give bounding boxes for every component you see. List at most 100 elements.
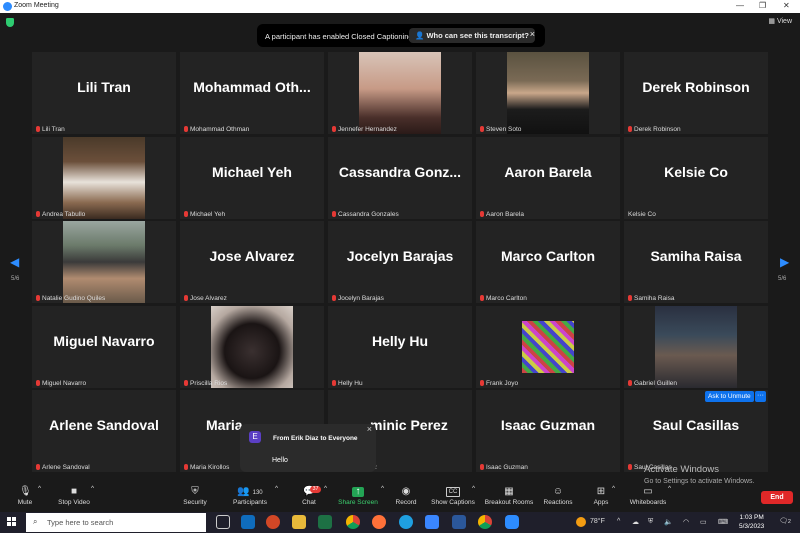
reactions-button[interactable]: ☺ Reactions xyxy=(542,485,574,512)
video-options-chevron-icon[interactable]: ^ xyxy=(91,485,94,512)
muted-mic-icon xyxy=(36,464,40,470)
participant-tile[interactable]: Samiha Raisa Samiha Raisa xyxy=(624,221,768,303)
participant-tile[interactable]: Lili Tran Lili Tran xyxy=(32,52,176,134)
chat-popup-close-icon[interactable]: × xyxy=(367,424,372,434)
notification-center-icon[interactable]: 🗨2 xyxy=(779,517,791,525)
edge-icon[interactable] xyxy=(399,515,413,529)
end-meeting-button[interactable]: End xyxy=(761,491,793,504)
participant-tile[interactable]: Mohammad Oth... Mohammad Othman xyxy=(180,52,324,134)
participant-tile[interactable]: Gabriel Guillen xyxy=(624,306,768,388)
breakout-rooms-button[interactable]: ▦ Breakout Rooms xyxy=(482,485,536,512)
notice-close-icon[interactable]: × xyxy=(530,29,535,39)
participant-tile[interactable]: Jose Alvarez Jose Alvarez xyxy=(180,221,324,303)
participant-tile[interactable]: Frank Joyo xyxy=(476,306,620,388)
chrome-icon[interactable] xyxy=(346,515,360,529)
apps-button[interactable]: ⊞ Apps xyxy=(590,485,612,512)
battery-icon[interactable]: ▭ xyxy=(700,518,707,526)
participant-tile[interactable]: Priscilla Rios xyxy=(180,306,324,388)
muted-mic-icon xyxy=(184,464,188,470)
show-hidden-icons-chevron-icon[interactable]: ^ xyxy=(617,518,620,525)
participant-tile[interactable]: Marco Carlton Marco Carlton xyxy=(476,221,620,303)
person-icon: 👤 xyxy=(415,31,427,40)
task-view-icon[interactable] xyxy=(216,515,230,529)
chat-notification[interactable]: E From Erik Diaz to Everyone Hello × xyxy=(240,424,376,472)
taskbar-clock[interactable]: 1:03 PM 5/3/2023 xyxy=(739,513,764,531)
weather-temperature[interactable]: 78°F xyxy=(590,518,605,525)
weather-icon[interactable] xyxy=(576,517,586,527)
apps-options-chevron-icon[interactable]: ^ xyxy=(612,485,615,512)
record-button[interactable]: ◉ Record xyxy=(392,485,420,512)
excel-icon[interactable] xyxy=(318,515,332,529)
zoom-logo-icon xyxy=(3,2,12,11)
participant-name-display: Samiha Raisa xyxy=(650,248,742,264)
windows-start-icon[interactable] xyxy=(7,517,17,527)
audio-options-chevron-icon[interactable]: ^ xyxy=(38,485,41,512)
ask-to-unmute-button[interactable]: Ask to Unmute xyxy=(705,391,754,402)
participant-tile[interactable]: Jennefer Hernandez xyxy=(328,52,472,134)
security-button[interactable]: ⛨ Security xyxy=(178,485,212,512)
chat-sender: From Erik Diaz to Everyone xyxy=(273,435,358,442)
powerpoint-icon[interactable] xyxy=(266,515,280,529)
participant-label: Priscilla Rios xyxy=(190,380,228,387)
participant-tile[interactable]: Andrea Tabullo xyxy=(32,137,176,219)
participant-tile[interactable]: Arlene Sandoval Arlene Sandoval xyxy=(32,390,176,472)
meeting-toolbar: 🎙 Mute ^ ■ Stop Video ^ ⛨ Security 👥 130 Par… xyxy=(0,485,800,512)
mute-button[interactable]: 🎙 Mute xyxy=(12,485,38,512)
transcript-visibility-button[interactable]: 👤 Who can see this transcript? xyxy=(409,28,535,43)
muted-mic-icon xyxy=(36,295,40,301)
file-explorer-icon[interactable] xyxy=(292,515,306,529)
participant-label: Aaron Barela xyxy=(486,211,524,218)
participant-tile[interactable]: Michael Yeh Michael Yeh xyxy=(180,137,324,219)
muted-mic-icon xyxy=(36,211,40,217)
stop-video-button[interactable]: ■ Stop Video xyxy=(54,485,94,512)
store-icon[interactable] xyxy=(425,515,439,529)
whiteboards-options-chevron-icon[interactable]: ^ xyxy=(668,485,671,512)
outlook-icon[interactable] xyxy=(241,515,255,529)
participant-label: Jocelyn Barajas xyxy=(338,295,384,302)
participant-tile[interactable]: Natalie Gudino Quiles xyxy=(32,221,176,303)
wifi-icon[interactable]: ◠ xyxy=(683,518,689,526)
security-shield-icon[interactable] xyxy=(6,18,14,27)
chat-options-chevron-icon[interactable]: ^ xyxy=(324,485,327,512)
smiley-plus-icon: ☺ xyxy=(552,486,564,497)
participant-tile[interactable]: Isaac Guzman Isaac Guzman xyxy=(476,390,620,472)
share-screen-button[interactable]: ↑ Share Screen xyxy=(336,485,380,512)
participants-options-chevron-icon[interactable]: ^ xyxy=(275,485,278,512)
participant-name-display: Helly Hu xyxy=(371,333,428,349)
activate-windows-title: Activate Windows xyxy=(644,464,719,475)
captions-options-chevron-icon[interactable]: ^ xyxy=(472,485,475,512)
participant-tile[interactable]: Steven Soto xyxy=(476,52,620,134)
participant-tile[interactable]: Derek Robinson Derek Robinson xyxy=(624,52,768,134)
muted-mic-icon xyxy=(628,295,632,301)
participant-tile[interactable]: Helly Hu Helly Hu xyxy=(328,306,472,388)
word-icon[interactable] xyxy=(452,515,466,529)
participants-button[interactable]: 👥 130 Participants xyxy=(230,485,270,512)
participant-tile[interactable]: Saul Casillas Saul Casillas xyxy=(624,390,768,472)
onedrive-icon[interactable]: ☁ xyxy=(632,518,639,526)
participant-tile[interactable]: Kelsie Co Kelsie Co xyxy=(624,137,768,219)
minimize-icon[interactable]: — xyxy=(736,1,744,10)
taskbar-search-box[interactable]: ⌕ Type here to search xyxy=(26,513,206,532)
security-tray-icon[interactable]: ⛨ xyxy=(648,518,653,526)
view-button[interactable]: ▦ View xyxy=(768,17,792,25)
share-options-chevron-icon[interactable]: ^ xyxy=(381,485,384,512)
participant-tile[interactable]: Miguel Navarro Miguel Navarro xyxy=(32,306,176,388)
participant-label: Derek Robinson xyxy=(634,126,681,133)
next-page-arrow-icon[interactable]: ▶ xyxy=(780,255,789,269)
show-captions-button[interactable]: CC Show Captions xyxy=(429,485,477,512)
close-icon[interactable]: ✕ xyxy=(783,1,790,10)
firefox-icon[interactable] xyxy=(372,515,386,529)
prev-page-arrow-icon[interactable]: ◀ xyxy=(10,255,19,269)
zoom-taskbar-icon[interactable] xyxy=(505,515,519,529)
participant-tile[interactable]: Aaron Barela Aaron Barela xyxy=(476,137,620,219)
participant-tile[interactable]: Jocelyn Barajas Jocelyn Barajas xyxy=(328,221,472,303)
participant-label: Maria Kirollos xyxy=(190,464,230,471)
maximize-icon[interactable]: ❐ xyxy=(759,1,766,10)
language-icon[interactable]: ⌨ xyxy=(718,518,728,526)
more-options-button[interactable]: ··· xyxy=(755,391,766,402)
volume-icon[interactable]: 🔈 xyxy=(664,518,673,526)
chrome-icon[interactable] xyxy=(478,515,492,529)
muted-mic-icon xyxy=(332,380,336,386)
participant-tile[interactable]: Cassandra Gonz... Cassandra Gonzales xyxy=(328,137,472,219)
whiteboards-button[interactable]: ▭ Whiteboards xyxy=(626,485,670,512)
